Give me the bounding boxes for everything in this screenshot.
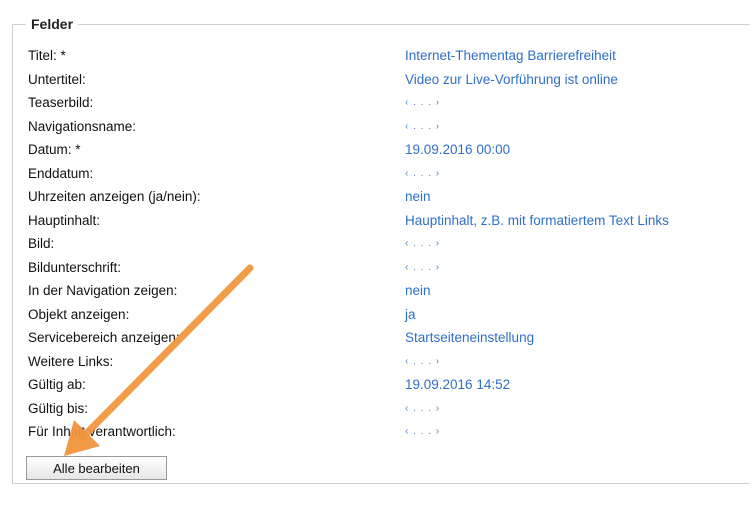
field-list: Titel: * Internet-Thementag Barrierefrei…	[28, 45, 750, 445]
field-value-empty-link[interactable]: ‹ . . . ›	[405, 351, 440, 372]
field-label: Für Inhalt verantwortlich:	[28, 424, 176, 439]
field-value-link[interactable]: nein	[405, 280, 431, 301]
field-value-link[interactable]: Internet-Thementag Barrierefreiheit	[405, 45, 616, 66]
field-value-empty-link[interactable]: ‹ . . . ›	[405, 163, 440, 184]
field-label: Navigationsname:	[28, 118, 137, 134]
field-value-link[interactable]: Hauptinhalt, z.B. mit formatiertem Text …	[405, 210, 669, 231]
field-value-empty-link[interactable]: ‹ . . . ›	[405, 257, 440, 278]
field-value-empty-link[interactable]: ‹ . . . ›	[405, 233, 440, 254]
field-label: Teaserbild:	[28, 95, 94, 110]
field-label: Weitere Links:	[28, 353, 114, 369]
field-value-empty-link[interactable]: ‹ . . . ›	[405, 398, 440, 419]
field-row-gueltig-bis: Gültig bis: ‹ . . . ›	[28, 398, 750, 422]
field-value-empty-link[interactable]: ‹ . . . ›	[405, 116, 440, 137]
field-label: Enddatum:	[28, 165, 94, 181]
field-label: Uhrzeiten anzeigen (ja/nein):	[28, 189, 201, 204]
field-label: Gültig bis:	[28, 400, 89, 416]
field-value-link[interactable]: Video zur Live-Vorführung ist online	[405, 69, 618, 90]
field-row-verantwortlich: Für Inhalt verantwortlich: ‹ . . . ›	[28, 421, 750, 445]
edit-all-button[interactable]: Alle bearbeiten	[26, 456, 167, 480]
field-row-hauptinhalt: Hauptinhalt: Hauptinhalt, z.B. mit forma…	[28, 210, 750, 234]
field-row-navigationsname: Navigationsname: ‹ . . . ›	[28, 116, 750, 140]
field-row-navigation-zeigen: In der Navigation zeigen: nein	[28, 280, 750, 304]
field-label: Bild:	[28, 236, 55, 251]
field-row-objekt-anzeigen: Objekt anzeigen: ja	[28, 304, 750, 328]
fieldset-legend: Felder	[26, 14, 79, 34]
field-row-untertitel: Untertitel: Video zur Live-Vorführung is…	[28, 69, 750, 93]
field-label: Datum: *	[28, 142, 81, 157]
field-row-uhrzeiten: Uhrzeiten anzeigen (ja/nein): nein	[28, 186, 750, 210]
field-label: Untertitel:	[28, 71, 86, 87]
field-label: Servicebereich anzeigen:	[28, 330, 180, 345]
field-value-empty-link[interactable]: ‹ . . . ›	[405, 421, 440, 442]
field-row-titel: Titel: * Internet-Thementag Barrierefrei…	[28, 45, 750, 69]
field-value-link[interactable]: 19.09.2016 14:52	[405, 374, 510, 395]
field-row-gueltig-ab: Gültig ab: 19.09.2016 14:52	[28, 374, 750, 398]
field-value-link[interactable]: ja	[405, 304, 416, 325]
field-row-weitere-links: Weitere Links: ‹ . . . ›	[28, 351, 750, 375]
field-row-bild: Bild: ‹ . . . ›	[28, 233, 750, 257]
field-value-link[interactable]: 19.09.2016 00:00	[405, 139, 510, 160]
field-row-enddatum: Enddatum: ‹ . . . ›	[28, 163, 750, 187]
field-row-bildunterschrift: Bildunterschrift: ‹ . . . ›	[28, 257, 750, 281]
field-label: Gültig ab:	[28, 377, 86, 392]
field-row-servicebereich: Servicebereich anzeigen: Startseiteneins…	[28, 327, 750, 351]
field-row-teaserbild: Teaserbild: ‹ . . . ›	[28, 92, 750, 116]
field-label: In der Navigation zeigen:	[28, 283, 178, 298]
field-value-link[interactable]: Startseiteneinstellung	[405, 327, 534, 348]
field-label: Hauptinhalt:	[28, 212, 101, 228]
field-value-empty-link[interactable]: ‹ . . . ›	[405, 92, 440, 113]
field-label: Titel: *	[28, 48, 66, 63]
field-label: Objekt anzeigen:	[28, 306, 130, 322]
field-value-link[interactable]: nein	[405, 186, 431, 207]
field-label: Bildunterschrift:	[28, 259, 122, 275]
field-row-datum: Datum: * 19.09.2016 00:00	[28, 139, 750, 163]
